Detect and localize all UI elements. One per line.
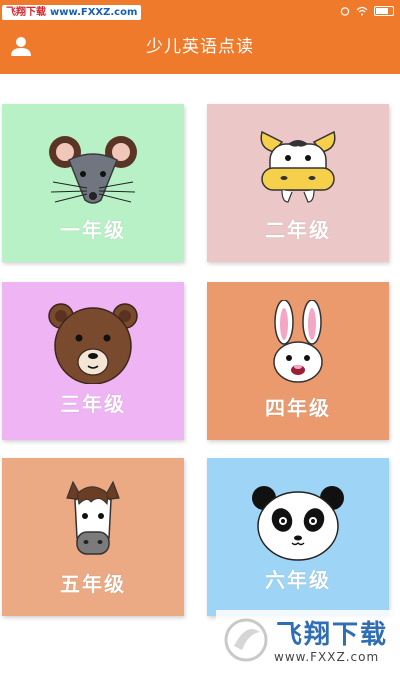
grade-card-2[interactable]: 二年级 [207, 104, 389, 262]
fxxz-logo-icon [224, 618, 268, 662]
cow-icon [260, 130, 336, 203]
grade-label: 四年级 [265, 396, 331, 420]
watermark-brand-large: 飞翔下载 [276, 620, 389, 650]
grade-card-6[interactable]: 六年级 [207, 458, 389, 616]
alarm-icon [340, 7, 350, 16]
status-icons [340, 3, 394, 19]
watermark-url-small: www.FXXZ.com [274, 650, 380, 664]
grade-card-1[interactable]: 一年级 [2, 104, 184, 262]
grade-label: 五年级 [60, 572, 126, 596]
rabbit-icon [273, 300, 323, 383]
grade-card-5[interactable]: 五年级 [2, 458, 184, 616]
grade-card-3[interactable]: 三年级 [2, 282, 184, 440]
grade-label: 一年级 [60, 218, 126, 242]
watermark-top: 飞翔下载 www.FXXZ.com [2, 5, 142, 20]
battery-icon [374, 6, 394, 16]
grade-label: 二年级 [265, 218, 331, 242]
wifi-icon [356, 6, 368, 16]
status-bar: 飞翔下载 www.FXXZ.com [0, 0, 400, 22]
grade-label: 三年级 [60, 392, 126, 416]
page-title: 少儿英语点读 [146, 37, 254, 57]
watermark-brand: 飞翔下载 [6, 7, 46, 18]
grade-label: 六年级 [265, 568, 331, 592]
grade-card-4[interactable]: 四年级 [207, 282, 389, 440]
watermark-url: www.FXXZ.com [50, 7, 138, 18]
watermark-bottom: 飞翔下载 www.FXXZ.com [216, 610, 396, 670]
bear-icon [48, 303, 138, 384]
horse-icon [66, 480, 120, 555]
app-bar: 少儿英语点读 [0, 22, 400, 74]
panda-icon [252, 486, 344, 561]
mouse-icon [49, 136, 137, 204]
